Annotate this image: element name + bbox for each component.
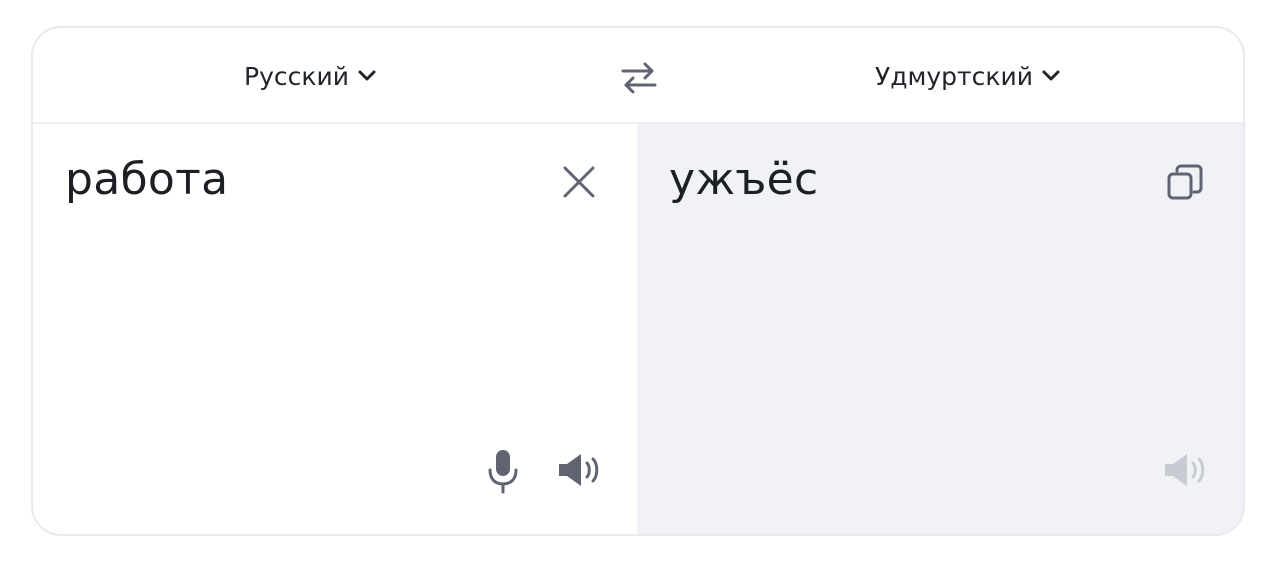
swap-languages-button[interactable] (619, 58, 659, 98)
target-pane: ужъёс (637, 124, 1243, 534)
microphone-icon[interactable] (485, 448, 521, 494)
translation-output: ужъёс (669, 154, 819, 205)
close-icon[interactable] (561, 164, 597, 200)
source-text-input[interactable]: работа (65, 154, 228, 205)
source-language-selector[interactable]: Русский (244, 58, 377, 94)
target-language-selector[interactable]: Удмуртский (875, 58, 1061, 94)
speaker-icon[interactable] (557, 450, 605, 490)
source-pane: работа (33, 124, 637, 534)
copy-icon[interactable] (1165, 162, 1205, 202)
chevron-down-icon (358, 70, 376, 81)
translator-card: Русский Удмуртский работа ужъёс (31, 26, 1245, 536)
chevron-down-icon (1042, 70, 1060, 81)
language-bar: Русский Удмуртский (33, 28, 1243, 124)
source-language-label: Русский (244, 61, 349, 91)
speaker-icon (1165, 454, 1205, 486)
target-language-label: Удмуртский (875, 61, 1033, 91)
